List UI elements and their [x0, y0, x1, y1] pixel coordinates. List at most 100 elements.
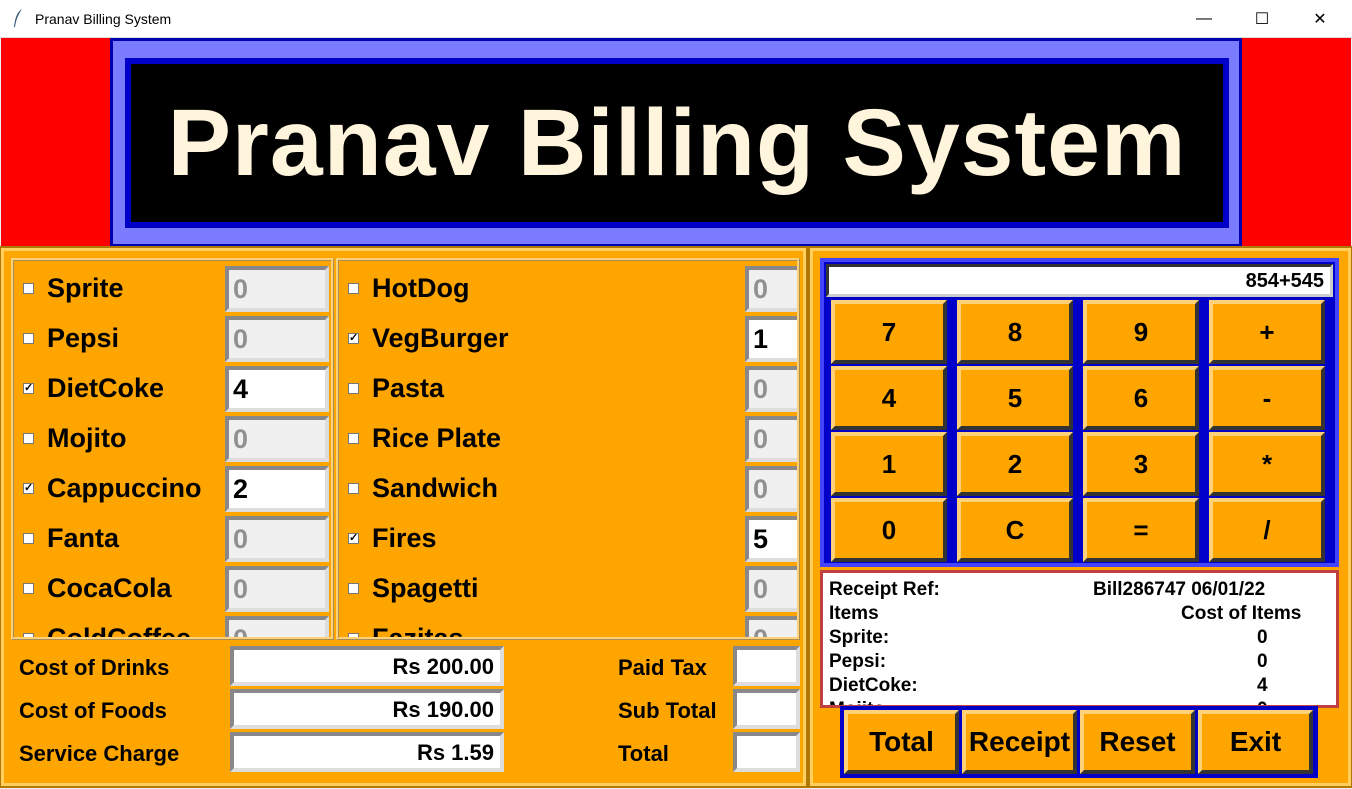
- item-checkbox[interactable]: [23, 583, 34, 594]
- item-checkbox[interactable]: [23, 481, 34, 494]
- calc-key[interactable]: 2: [957, 432, 1073, 496]
- calc-key[interactable]: 6: [1083, 366, 1199, 430]
- calc-key[interactable]: =: [1083, 498, 1199, 562]
- item-label: Rice Plate: [372, 423, 502, 453]
- item-checkbox[interactable]: [348, 483, 359, 494]
- calc-key[interactable]: 7: [831, 300, 947, 364]
- receipt-items-header: Items: [829, 603, 879, 624]
- item-label: HotDog: [372, 273, 470, 303]
- cost-of-foods-field[interactable]: Rs 190.00: [230, 689, 504, 729]
- calc-key[interactable]: -: [1209, 366, 1325, 430]
- quantity-field[interactable]: 0: [745, 266, 797, 312]
- calc-key[interactable]: 3: [1083, 432, 1199, 496]
- item-checkbox[interactable]: [23, 533, 34, 544]
- quantity-field[interactable]: 1: [745, 316, 797, 362]
- drink-row: Sprite 0: [14, 264, 331, 314]
- food-row: VegBurger 1: [339, 314, 797, 364]
- item-checkbox[interactable]: [23, 381, 34, 394]
- quantity-field[interactable]: 0: [225, 316, 329, 362]
- window-title: Pranav Billing System: [35, 11, 172, 27]
- item-label: Sprite: [47, 273, 124, 303]
- item-checkbox[interactable]: [23, 633, 34, 637]
- quantity-field[interactable]: 0: [745, 416, 797, 462]
- quantity-field[interactable]: 2: [225, 466, 329, 512]
- total-label: Total: [618, 741, 669, 766]
- calc-key[interactable]: 4: [831, 366, 947, 430]
- receipt-cost: 4: [1257, 675, 1268, 696]
- cost-of-drinks-label: Cost of Drinks: [19, 655, 170, 680]
- item-label: Cappuccino: [47, 473, 202, 503]
- drink-row: Pepsi 0: [14, 314, 331, 364]
- item-label: Fires: [372, 523, 437, 553]
- receipt-line: Pepsi: 0: [827, 650, 1332, 674]
- maximize-button[interactable]: ☐: [1233, 0, 1291, 38]
- calculator-display[interactable]: 854+545: [826, 264, 1333, 297]
- receipt-area[interactable]: Receipt Ref: Bill286747 06/01/22 Items Cos…: [820, 570, 1339, 708]
- item-label: Spagetti: [372, 573, 479, 603]
- receipt-button[interactable]: Receipt: [962, 710, 1077, 774]
- item-label: Mojito: [47, 423, 127, 453]
- calc-key[interactable]: 5: [957, 366, 1073, 430]
- item-checkbox[interactable]: [23, 433, 34, 444]
- receipt-cost: 0: [1257, 651, 1268, 672]
- food-row: HotDog 0: [339, 264, 797, 314]
- item-label: Pepsi: [47, 323, 120, 353]
- receipt-item: Pepsi:: [829, 651, 887, 672]
- receipt-cost-header: Cost of Items: [1181, 603, 1302, 624]
- receipt-ref-label: Receipt Ref:: [829, 579, 940, 600]
- sub-total-field[interactable]: [733, 689, 800, 729]
- quantity-field[interactable]: 0: [745, 616, 797, 637]
- reset-button[interactable]: Reset: [1080, 710, 1195, 774]
- item-label: DietCoke: [47, 373, 165, 403]
- drink-row: Mojito 0: [14, 414, 331, 464]
- header-banner: Pranav Billing System: [131, 64, 1223, 222]
- quantity-field[interactable]: 0: [745, 366, 797, 412]
- quantity-field[interactable]: 0: [225, 566, 329, 612]
- service-charge-field[interactable]: Rs 1.59: [230, 732, 504, 772]
- calc-key[interactable]: 9: [1083, 300, 1199, 364]
- item-checkbox[interactable]: [348, 583, 359, 594]
- quantity-field[interactable]: 0: [225, 616, 329, 637]
- item-checkbox[interactable]: [348, 531, 359, 544]
- quantity-field[interactable]: 4: [225, 366, 329, 412]
- exit-button[interactable]: Exit: [1198, 710, 1313, 774]
- close-button[interactable]: ✕: [1291, 0, 1349, 38]
- item-checkbox[interactable]: [348, 331, 359, 344]
- quantity-field[interactable]: 0: [225, 266, 329, 312]
- item-label: Fanta: [47, 523, 120, 553]
- drink-row: Cappuccino 2: [14, 464, 331, 514]
- calc-key[interactable]: +: [1209, 300, 1325, 364]
- calc-key[interactable]: /: [1209, 498, 1325, 562]
- quantity-field[interactable]: 5: [745, 516, 797, 562]
- calc-key[interactable]: 1: [831, 432, 947, 496]
- item-checkbox[interactable]: [348, 383, 359, 394]
- feather-icon: [14, 9, 22, 27]
- quantity-field[interactable]: 0: [745, 566, 797, 612]
- calc-key[interactable]: 8: [957, 300, 1073, 364]
- quantity-field[interactable]: 0: [225, 516, 329, 562]
- item-checkbox[interactable]: [348, 283, 359, 294]
- quantity-field[interactable]: 0: [745, 466, 797, 512]
- calc-key[interactable]: 0: [831, 498, 947, 562]
- page-title: Pranav Billing System: [167, 89, 1187, 196]
- drink-row: CocaCola 0: [14, 564, 331, 614]
- drink-row: ColdCoffee 0: [14, 614, 331, 637]
- item-checkbox[interactable]: [348, 433, 359, 444]
- calc-key[interactable]: *: [1209, 432, 1325, 496]
- service-charge-label: Service Charge: [19, 741, 180, 766]
- food-row: Fires 5: [339, 514, 797, 564]
- quantity-field[interactable]: 0: [225, 416, 329, 462]
- receipt-ref-value: Bill286747 06/01/22: [1093, 579, 1266, 600]
- sub-total-label: Sub Total: [618, 698, 717, 723]
- calc-key[interactable]: C: [957, 498, 1073, 562]
- item-checkbox[interactable]: [23, 283, 34, 294]
- cost-of-drinks-field[interactable]: Rs 200.00: [230, 646, 504, 686]
- paid-tax-field[interactable]: [733, 646, 800, 686]
- item-label: Pasta: [372, 373, 445, 403]
- item-checkbox[interactable]: [348, 633, 359, 637]
- total-button[interactable]: Total: [844, 710, 959, 774]
- item-label: VegBurger: [372, 323, 509, 353]
- minimize-button[interactable]: —: [1175, 0, 1233, 38]
- total-field[interactable]: [733, 732, 800, 772]
- item-checkbox[interactable]: [23, 333, 34, 344]
